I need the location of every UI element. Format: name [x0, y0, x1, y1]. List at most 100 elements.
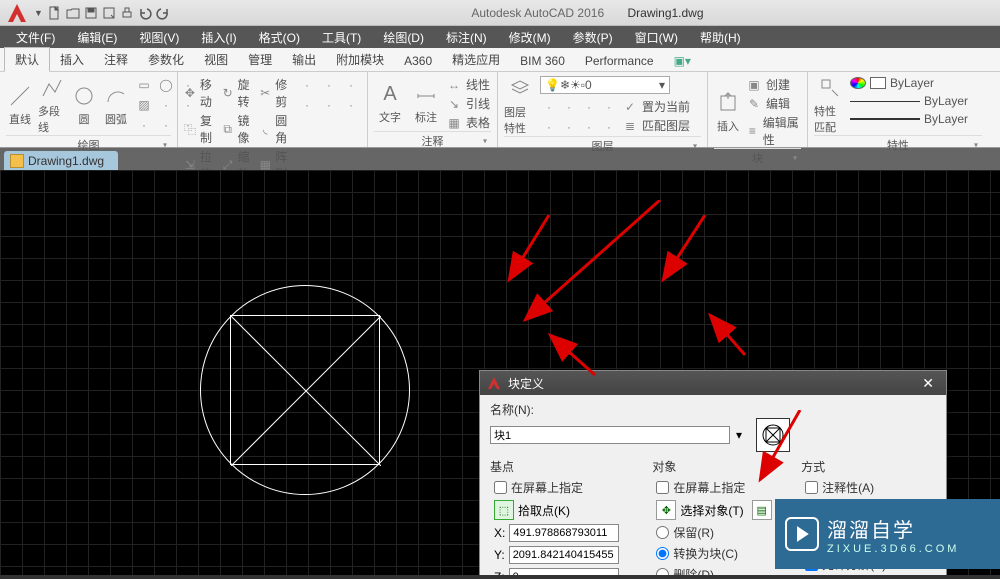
panel-prop-title[interactable]: 特性: [814, 135, 982, 154]
menu-edit[interactable]: 编辑(E): [67, 27, 127, 48]
tab-output[interactable]: 输出: [282, 48, 326, 71]
tab-featured[interactable]: 精选应用: [442, 48, 510, 71]
move-button[interactable]: ✥移动: [184, 76, 218, 110]
create-block-button[interactable]: ▣创建: [746, 76, 801, 93]
annotative-check[interactable]: 注释性(A): [805, 479, 936, 496]
layer-prop-button[interactable]: 图层特性: [504, 74, 536, 136]
app-logo[interactable]: [2, 1, 32, 25]
menu-insert[interactable]: 插入(I): [191, 27, 246, 48]
title-center: Autodesk AutoCAD 2016 Drawing1.dwg: [175, 6, 1000, 20]
prop-linetype[interactable]: ByLayer: [850, 94, 968, 108]
copy-button[interactable]: ⿻复制: [184, 112, 218, 146]
z-input[interactable]: [509, 568, 619, 575]
leader-button[interactable]: ↘引线: [446, 95, 490, 112]
dim-button[interactable]: 标注: [410, 74, 442, 131]
watermark: 溜溜自学 ZIXUE.3D66.COM: [775, 499, 1000, 569]
tab-default[interactable]: 默认: [4, 47, 50, 72]
y-input[interactable]: [509, 546, 619, 564]
select-objects-label[interactable]: 选择对象(T): [680, 502, 743, 519]
text-button[interactable]: A文字: [374, 74, 406, 131]
x-input[interactable]: [509, 524, 619, 542]
edit-attr-button[interactable]: ≡编辑属性: [746, 114, 801, 148]
mirror-button[interactable]: ⧉镜像: [222, 112, 256, 146]
document-name: Drawing1.dwg: [627, 6, 703, 20]
square-entity: [230, 315, 380, 465]
tab-view[interactable]: 视图: [194, 48, 238, 71]
menu-file[interactable]: 文件(F): [6, 27, 65, 48]
polyline-button[interactable]: 多段线: [38, 74, 66, 135]
drawing-canvas[interactable]: 块定义 ✕ 名称(N): ▾ 基点 在屏幕上指定 ⬚ 拾取点(K): [0, 170, 1000, 575]
retain-radio[interactable]: 保留(R): [656, 524, 787, 541]
panel-block-title[interactable]: 块: [714, 148, 801, 167]
prop-lineweight[interactable]: ByLayer: [850, 112, 968, 126]
tab-more-icon[interactable]: ▣▾: [664, 51, 701, 71]
ellipse-icon[interactable]: ◯: [156, 76, 176, 94]
menu-draw[interactable]: 绘图(D): [373, 27, 434, 48]
rect-icon[interactable]: ▭: [134, 76, 154, 94]
base-onscreen-check[interactable]: 在屏幕上指定: [494, 479, 638, 496]
match-prop-button[interactable]: 特性匹配: [814, 74, 846, 135]
panel-draw-title[interactable]: 绘图: [6, 135, 171, 154]
menu-modify[interactable]: 修改(M): [499, 27, 561, 48]
watermark-name: 溜溜自学: [827, 514, 959, 543]
undo-icon[interactable]: [137, 5, 153, 21]
base-point-title: 基点: [490, 458, 638, 475]
hatch-icon[interactable]: ▨: [134, 96, 154, 114]
layer-match-button[interactable]: ≣匹配图层: [622, 117, 690, 134]
circle-button[interactable]: 圆: [70, 74, 98, 135]
block-preview-icon: [756, 418, 790, 452]
line-button[interactable]: 直线: [6, 74, 34, 135]
obj-onscreen-check[interactable]: 在屏幕上指定: [656, 479, 787, 496]
tab-param[interactable]: 参数化: [138, 48, 194, 71]
trim-button[interactable]: ✂修剪: [259, 76, 293, 110]
prop-color[interactable]: ByLayer: [850, 76, 968, 90]
new-icon[interactable]: [47, 5, 63, 21]
fillet-button[interactable]: ◟圆角: [259, 112, 293, 146]
layer-current-button[interactable]: ✓置为当前: [622, 98, 690, 115]
tab-manage[interactable]: 管理: [238, 48, 282, 71]
select-objects-icon[interactable]: ✥: [656, 500, 676, 520]
menu-format[interactable]: 格式(O): [249, 27, 310, 48]
menu-window[interactable]: 窗口(W): [625, 27, 688, 48]
print-icon[interactable]: [119, 5, 135, 21]
pick-point-label[interactable]: 拾取点(K): [518, 502, 570, 519]
dialog-logo-icon: [486, 375, 502, 391]
menu-param[interactable]: 参数(P): [563, 27, 623, 48]
saveas-icon[interactable]: [101, 5, 117, 21]
delete-radio[interactable]: 删除(D): [656, 566, 787, 575]
menubar: 文件(F) 编辑(E) 视图(V) 插入(I) 格式(O) 工具(T) 绘图(D…: [0, 26, 1000, 48]
save-icon[interactable]: [83, 5, 99, 21]
convert-radio[interactable]: 转换为块(C): [656, 545, 787, 562]
open-icon[interactable]: [65, 5, 81, 21]
menu-view[interactable]: 视图(V): [129, 27, 189, 48]
tab-bim360[interactable]: BIM 360: [510, 51, 575, 71]
quickselect-icon[interactable]: ▤: [752, 500, 772, 520]
watermark-url: ZIXUE.3D66.COM: [827, 543, 959, 555]
tab-insert[interactable]: 插入: [50, 48, 94, 71]
objects-title: 对象: [652, 458, 787, 475]
redo-icon[interactable]: [155, 5, 171, 21]
panel-layer-title[interactable]: 图层: [504, 136, 701, 155]
table-button[interactable]: ▦表格: [446, 114, 490, 131]
menu-tools[interactable]: 工具(T): [312, 27, 371, 48]
pick-point-icon[interactable]: ⬚: [494, 500, 514, 520]
block-name-input[interactable]: [490, 426, 730, 444]
edit-block-button[interactable]: ✎编辑: [746, 95, 801, 112]
menu-help[interactable]: 帮助(H): [690, 27, 751, 48]
tab-a360[interactable]: A360: [394, 51, 442, 71]
tab-addin[interactable]: 附加模块: [326, 48, 394, 71]
linear-button[interactable]: ↔线性: [446, 76, 490, 93]
panel-annot-title[interactable]: 注释: [374, 131, 491, 150]
arc-button[interactable]: 圆弧: [102, 74, 130, 135]
tab-annot[interactable]: 注释: [94, 48, 138, 71]
insert-block-button[interactable]: 插入: [714, 74, 742, 148]
menu-dimension[interactable]: 标注(N): [436, 27, 497, 48]
qat-dropdown-icon[interactable]: ▼: [34, 8, 43, 18]
rotate-button[interactable]: ↻旋转: [222, 76, 256, 110]
play-icon: [785, 517, 819, 551]
mode-title: 方式: [801, 458, 936, 475]
close-icon[interactable]: ✕: [916, 375, 940, 392]
layer-combo[interactable]: 💡❄☀▫ 0▾: [540, 76, 670, 94]
tab-performance[interactable]: Performance: [575, 51, 664, 71]
dialog-title: 块定义: [508, 375, 544, 392]
